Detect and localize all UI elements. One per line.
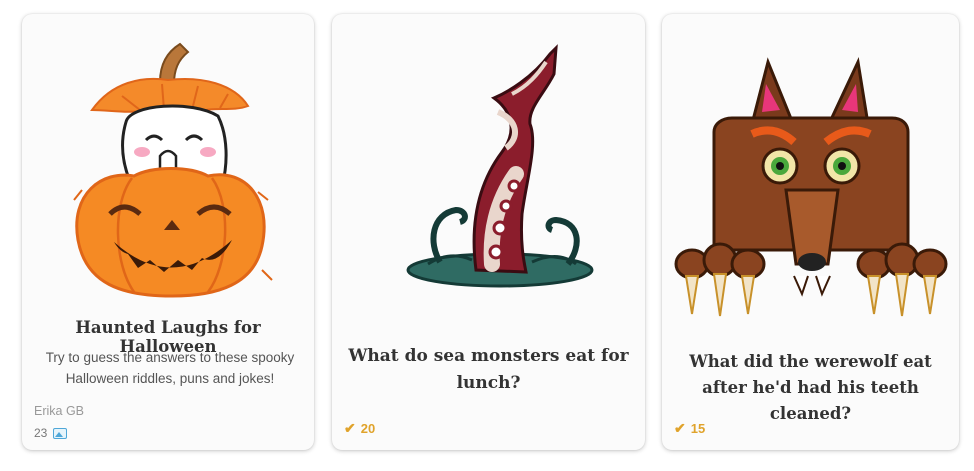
riddle-card[interactable]: What did the werewolf eat after he'd had… (662, 14, 959, 450)
score-value: 20 (360, 421, 376, 436)
card-description: Try to guess the answers to these spooky… (45, 350, 295, 386)
check-icon: ✔ (344, 420, 356, 436)
score-value: 15 (690, 421, 706, 436)
check-icon: ✔ (674, 420, 686, 436)
item-count-value: 23 (34, 426, 48, 440)
pumpkin-ghost-icon (73, 42, 273, 298)
werewolf-icon (674, 56, 948, 317)
riddle-collection-card[interactable]: Haunted Laughs for Halloween Try to gues… (22, 14, 314, 450)
riddle-card[interactable]: What do sea monsters eat for lunch? ✔ 20 (332, 14, 645, 450)
score-badge: ✔ 20 (344, 420, 375, 437)
image-icon (53, 427, 68, 439)
author-name[interactable]: Erika GB (34, 404, 84, 418)
card-title: What did the werewolf eat after he'd had… (689, 352, 932, 423)
card-title: What do sea monsters eat for lunch? (348, 346, 629, 393)
tentacle-icon (406, 44, 594, 288)
score-badge: ✔ 15 (674, 420, 705, 437)
item-count: 23 (34, 426, 68, 440)
